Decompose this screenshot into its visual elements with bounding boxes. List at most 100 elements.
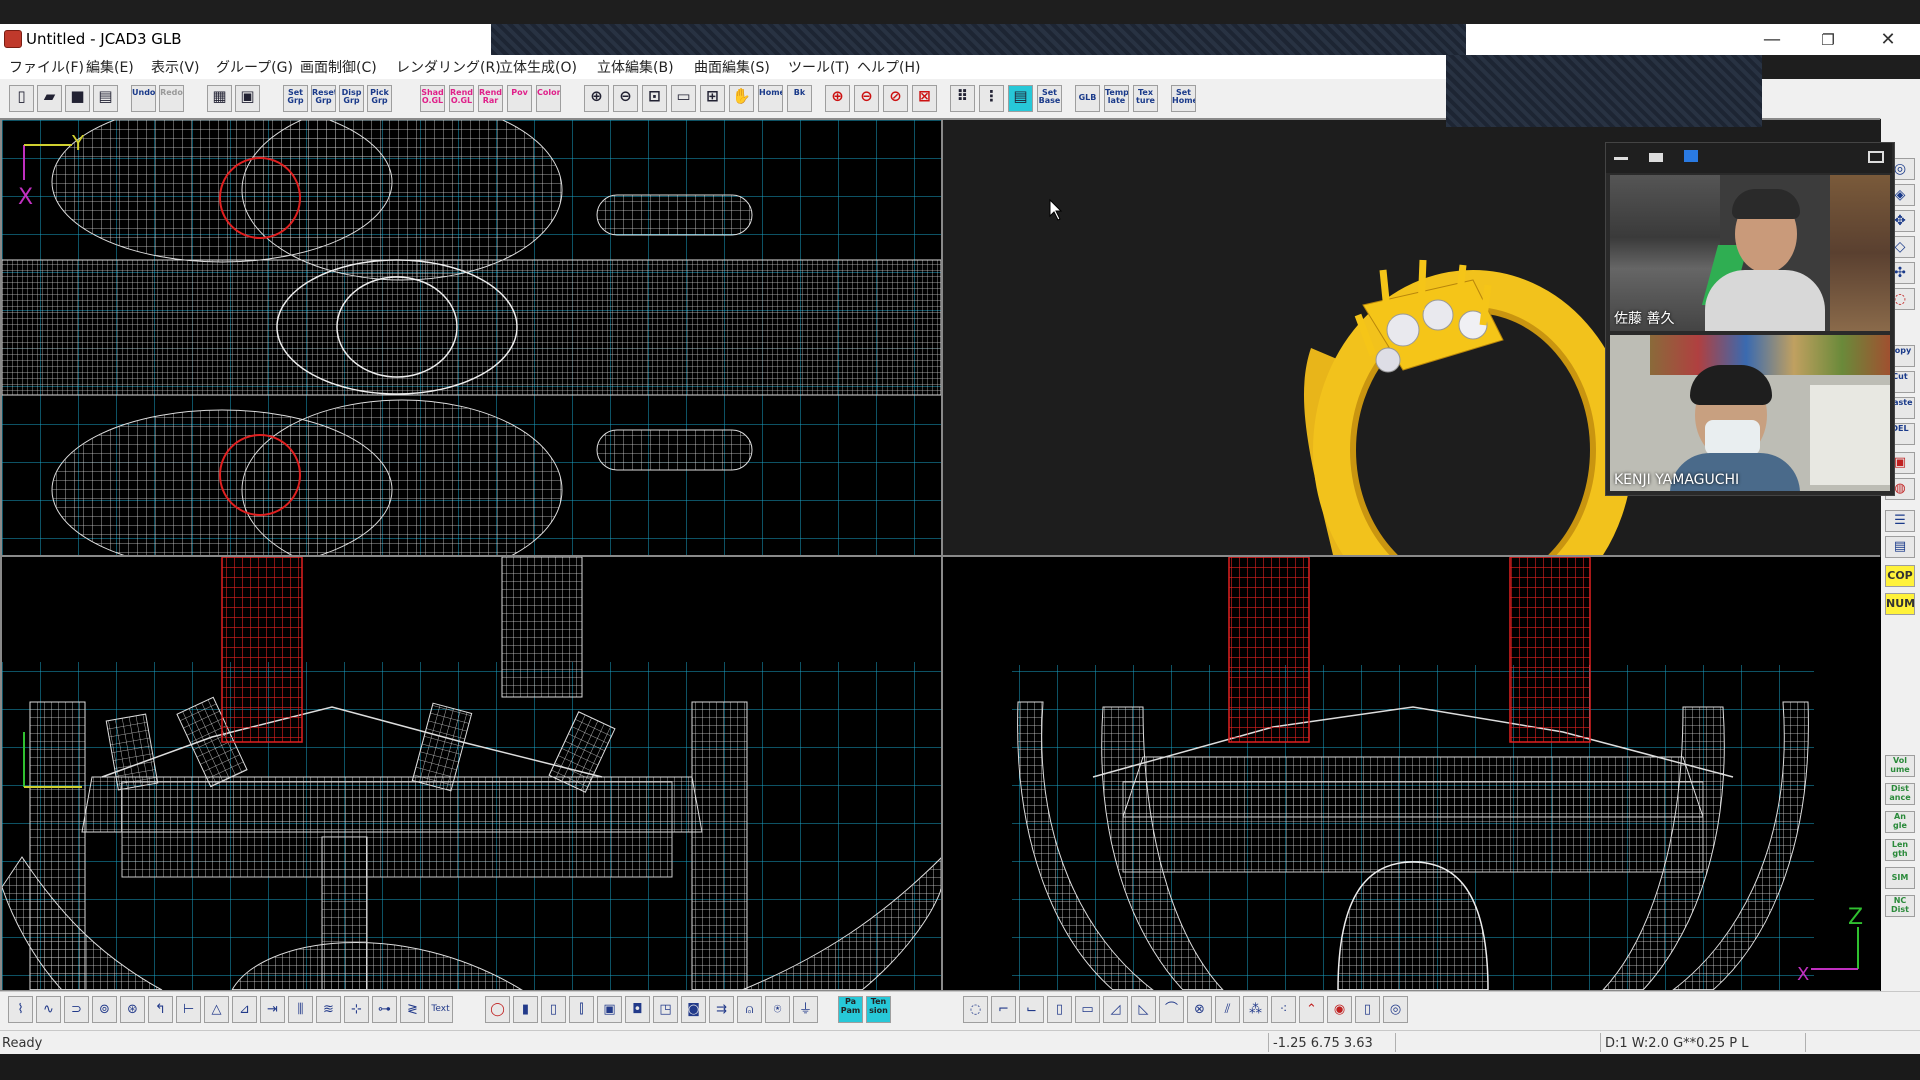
set-group-button[interactable]: Set Grp	[283, 85, 308, 112]
redo-button[interactable]: Redo	[159, 85, 184, 112]
surface-tool-12-icon[interactable]: ⁖	[1271, 996, 1296, 1023]
solid-tool-5-icon[interactable]: ▣	[597, 996, 622, 1023]
viewport-top[interactable]: X Y	[2, 120, 941, 555]
menu-group[interactable]: グループ(G)	[216, 57, 293, 77]
solid-tool-8-icon[interactable]: ◙	[681, 996, 706, 1023]
grid-view-icon[interactable]: ▦	[207, 85, 232, 112]
surface-tool-2-icon[interactable]: ⌐	[991, 996, 1016, 1023]
menu-file[interactable]: ファイル(F)	[9, 57, 84, 77]
nc-dist-button[interactable]: NC Dist	[1885, 895, 1915, 917]
curve-tool-4-icon[interactable]: ⊚	[92, 996, 117, 1023]
distance-button[interactable]: Dist ance	[1885, 783, 1915, 805]
grid-toggle-icon[interactable]: ▤	[1008, 85, 1033, 112]
tension-button[interactable]: Ten sion	[866, 996, 891, 1023]
save-icon[interactable]: ■	[65, 85, 90, 112]
zoom-in-icon[interactable]: ⊕	[584, 85, 609, 112]
curve-tool-5-icon[interactable]: ⊛	[120, 996, 145, 1023]
render-opengl-button[interactable]: Rend O.GL	[449, 85, 474, 112]
surface-tool-16-icon[interactable]: ◎	[1383, 996, 1408, 1023]
back-view-button[interactable]: Bk	[787, 85, 812, 112]
surface-tool-7-icon[interactable]: ◺	[1131, 996, 1156, 1023]
render-raytrace-button[interactable]: Rend Rar	[478, 85, 503, 112]
solid-tool-11-icon[interactable]: ⍟	[765, 996, 790, 1023]
menu-view[interactable]: 表示(V)	[151, 57, 200, 77]
length-button[interactable]: Len gth	[1885, 839, 1915, 861]
list-icon[interactable]: ▤	[1885, 536, 1915, 558]
minimize-button[interactable]: —	[1752, 27, 1792, 53]
menu-surface-edit[interactable]: 曲面編集(S)	[694, 57, 770, 77]
print-icon[interactable]: ▤	[93, 85, 118, 112]
menu-rendering[interactable]: レンダリング(R)	[396, 57, 501, 77]
shade-opengl-button[interactable]: Shad O.GL	[420, 85, 445, 112]
surface-tool-9-icon[interactable]: ⊗	[1187, 996, 1212, 1023]
curve-tool-6-icon[interactable]: ↰	[148, 996, 173, 1023]
curve-tool-9-icon[interactable]: ⇥	[260, 996, 285, 1023]
curve-tool-7-icon[interactable]: ⊢	[176, 996, 201, 1023]
home-view-button[interactable]: Home	[758, 85, 783, 112]
minimize-video-icon[interactable]	[1614, 157, 1628, 160]
new-file-icon[interactable]: ▯	[9, 85, 34, 112]
menu-tools[interactable]: ツール(T)	[788, 57, 849, 77]
pick-group-button[interactable]: Pick Grp	[367, 85, 392, 112]
menu-screen-control[interactable]: 画面制御(C)	[300, 57, 377, 77]
glb-button[interactable]: GLB	[1075, 85, 1100, 112]
fit-view-icon[interactable]: ▭	[671, 85, 696, 112]
cop-toggle[interactable]: COP	[1885, 565, 1915, 587]
reset-group-button[interactable]: Reset Grp	[311, 85, 336, 112]
participant-tile-2[interactable]: KENJI YAMAGUCHI	[1610, 335, 1890, 491]
app-icon[interactable]	[4, 30, 22, 48]
sim-button[interactable]: SIM	[1885, 867, 1915, 889]
restore-button[interactable]: ❐	[1808, 27, 1848, 53]
solid-tool-9-icon[interactable]: ⇉	[709, 996, 734, 1023]
curve-tool-11-icon[interactable]: ≋	[316, 996, 341, 1023]
povray-button[interactable]: Pov	[507, 85, 532, 112]
set-base-button[interactable]: Set Base	[1037, 85, 1062, 112]
tree-icon[interactable]: ☰	[1885, 510, 1915, 532]
participant-tile-1[interactable]: 佐藤 善久	[1610, 175, 1890, 331]
menu-solid-create[interactable]: 立体生成(O)	[499, 57, 577, 77]
triangle-tool-icon[interactable]: △	[204, 996, 229, 1023]
curve-tool-8-icon[interactable]: ⊿	[232, 996, 257, 1023]
curve-tool-10-icon[interactable]: ⫼	[288, 996, 313, 1023]
texture-button[interactable]: Tex ture	[1133, 85, 1158, 112]
menu-help[interactable]: ヘルプ(H)	[857, 57, 920, 77]
angle-button[interactable]: An gle	[1885, 811, 1915, 833]
curve-tool-2-icon[interactable]: ∿	[36, 996, 61, 1023]
surface-tool-6-icon[interactable]: ◿	[1103, 996, 1128, 1023]
pan-hand-icon[interactable]: ✋	[729, 85, 754, 112]
solid-tool-10-icon[interactable]: ⍝	[737, 996, 762, 1023]
color-button[interactable]: Color	[536, 85, 561, 112]
fullscreen-icon[interactable]	[1868, 151, 1884, 163]
close-button[interactable]: ✕	[1868, 27, 1908, 53]
surface-tool-15-icon[interactable]: ▯	[1355, 996, 1380, 1023]
solid-tool-4-icon[interactable]: ⫿	[569, 996, 594, 1023]
zoom-window-icon[interactable]: ⊡	[642, 85, 667, 112]
surface-tool-8-icon[interactable]: ⌒	[1159, 996, 1184, 1023]
curve-tool-3-icon[interactable]: ⊃	[64, 996, 89, 1023]
undo-button[interactable]: Undo	[131, 85, 156, 112]
zoom-out-icon[interactable]: ⊖	[613, 85, 638, 112]
display-group-button[interactable]: Disp Grp	[339, 85, 364, 112]
curve-tool-12-icon[interactable]: ⊹	[344, 996, 369, 1023]
curve-tool-14-icon[interactable]: ≷	[400, 996, 425, 1023]
menu-edit[interactable]: 編集(E)	[86, 57, 134, 77]
speaker-view-icon[interactable]	[1649, 153, 1663, 162]
solid-tool-3-icon[interactable]: ▯	[541, 996, 566, 1023]
solid-tool-2-icon[interactable]: ▮	[513, 996, 538, 1023]
zoom-box-icon[interactable]: ⊞	[700, 85, 725, 112]
text-tool-button[interactable]: Text	[428, 996, 453, 1023]
param-button[interactable]: Pa Pam	[838, 996, 863, 1023]
grid-dots-icon[interactable]: ⠿	[950, 85, 975, 112]
volume-button[interactable]: Vol ume	[1885, 755, 1915, 777]
set-home-button[interactable]: Set Home	[1171, 85, 1196, 112]
num-toggle[interactable]: NUM	[1885, 593, 1915, 615]
zoom-out-red-icon[interactable]: ⊖	[854, 85, 879, 112]
viewport-side[interactable]	[2, 557, 941, 990]
surface-tool-11-icon[interactable]: ⁂	[1243, 996, 1268, 1023]
fit-all-red-icon[interactable]: ⊠	[912, 85, 937, 112]
curve-tool-1-icon[interactable]: ⌇	[8, 996, 33, 1023]
surface-tool-3-icon[interactable]: ⌙	[1019, 996, 1044, 1023]
solid-tool-12-icon[interactable]: ⏚	[793, 996, 818, 1023]
surface-tool-10-icon[interactable]: ⫽	[1215, 996, 1240, 1023]
surface-tool-14-icon[interactable]: ◉	[1327, 996, 1352, 1023]
